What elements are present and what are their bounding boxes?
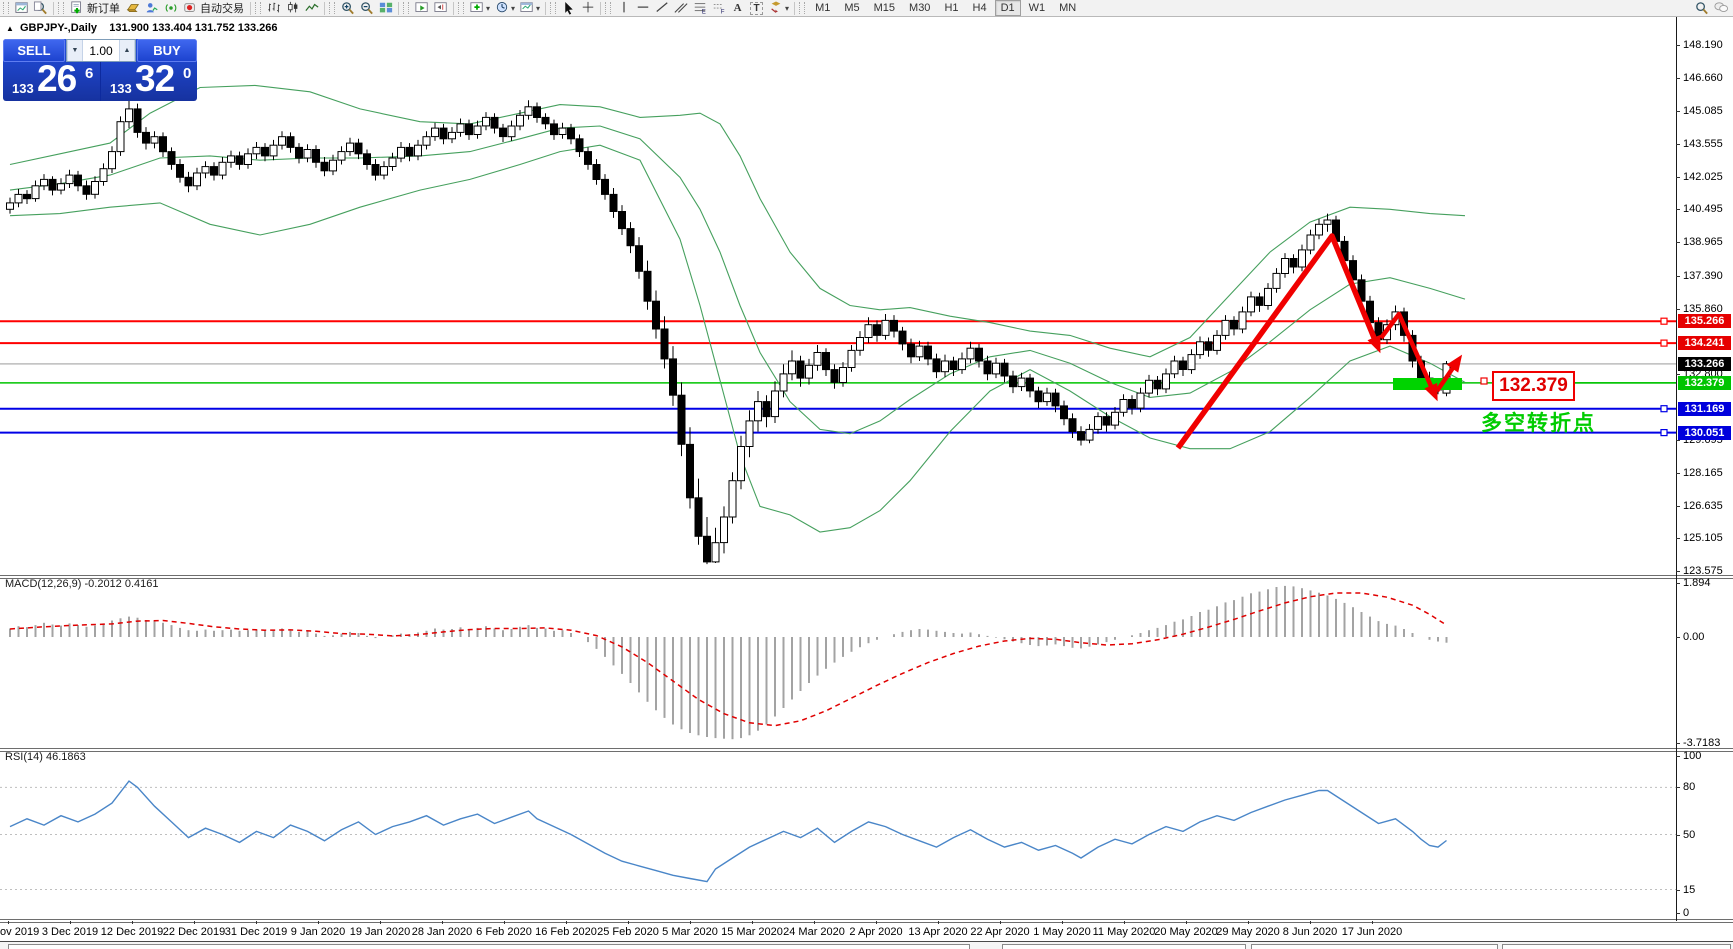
date-tick[interactable]: 13 Apr 2020 [908, 926, 967, 938]
bollinger-upper [10, 85, 1465, 356]
taskbar-segment[interactable] [8, 944, 970, 949]
date-tick[interactable]: 12 Dec 2019 [101, 926, 163, 938]
taskbar-strip [0, 941, 1733, 949]
ask-price-big: 32 [135, 58, 174, 100]
rsi-tick: 100 [1683, 750, 1701, 762]
date-tick[interactable]: 11 May 2020 [1093, 926, 1156, 938]
price-tick: 148.190 [1683, 39, 1723, 51]
price-tick: 138.965 [1683, 236, 1723, 248]
price-tick: 135.860 [1683, 303, 1723, 315]
callout-anchor [1481, 378, 1487, 384]
price-tick: 140.495 [1683, 203, 1723, 215]
rsi-label: RSI(14) 46.1863 [5, 751, 86, 763]
date-tick[interactable]: 8 Jun 2020 [1283, 926, 1337, 938]
date-tick[interactable]: 25 Feb 2020 [597, 926, 659, 938]
turning-point-note[interactable]: 多空转折点 [1481, 407, 1596, 437]
price-tick: 125.105 [1683, 532, 1723, 544]
date-tick[interactable]: 31 Dec 2019 [225, 926, 287, 938]
price-callout-text: 132.379 [1499, 375, 1568, 397]
date-tick[interactable]: 19 Jan 2020 [350, 926, 411, 938]
date-tick[interactable]: 1 May 2020 [1033, 926, 1090, 938]
macd-tick: 0.00 [1683, 631, 1704, 643]
rsi-tick: 50 [1683, 829, 1695, 841]
price-tick: 142.025 [1683, 171, 1723, 183]
one-click-trading-panel: SELL ▼ 1.00 ▲ BUY 133 26 6 133 32 0 [3, 39, 197, 101]
taskbar-segment[interactable] [1251, 944, 1498, 949]
rsi-tick: 80 [1683, 781, 1695, 793]
price-tick: 145.085 [1683, 105, 1723, 117]
ask-price-prefix: 133 [110, 81, 132, 96]
macd-tick: 1.894 [1683, 577, 1711, 589]
bid-price-sup: 6 [85, 65, 93, 82]
price-tick: 137.390 [1683, 270, 1723, 282]
macd-rsi-separator[interactable] [0, 748, 1733, 752]
date-tick[interactable]: 22 Apr 2020 [970, 926, 1029, 938]
rsi-line [10, 781, 1447, 882]
ask-price-sup: 0 [183, 65, 191, 82]
ask-price-button[interactable]: 133 32 0 [101, 62, 197, 101]
main-macd-separator[interactable] [0, 575, 1733, 579]
date-tick[interactable]: 29 May 2020 [1216, 926, 1280, 938]
bid-price-button[interactable]: 133 26 6 [3, 62, 99, 101]
price-callout-box[interactable]: 132.379 [1492, 371, 1575, 401]
date-tick[interactable]: 5 Mar 2020 [662, 926, 718, 938]
bollinger-middle [10, 126, 1465, 434]
date-tick[interactable]: 22 Dec 2019 [163, 926, 225, 938]
chart-canvas[interactable] [0, 0, 1733, 949]
date-tick[interactable]: 28 Jan 2020 [412, 926, 473, 938]
price-tick: 123.575 [1683, 565, 1723, 577]
price-tick: 146.660 [1683, 72, 1723, 84]
price-badge-131.169: 131.169 [1678, 402, 1731, 416]
volume-increase-button[interactable]: ▲ [119, 40, 135, 61]
volume-input[interactable]: 1.00 [83, 40, 119, 61]
price-tick: 126.635 [1683, 500, 1723, 512]
price-tick: 143.555 [1683, 138, 1723, 150]
volume-stepper: ▼ 1.00 ▲ [66, 39, 136, 62]
bid-price-prefix: 133 [12, 81, 34, 96]
taskbar-segment[interactable] [1002, 944, 1246, 949]
date-tick[interactable]: 24 Nov 2019 [0, 926, 39, 938]
mt4-terminal-window: 新订单自动交易▾▾▾EFAT▾M1M5M15M30H1H4D1W1MN ▲ GB… [0, 0, 1733, 949]
price-badge-132.379: 132.379 [1678, 376, 1731, 390]
date-tick[interactable]: 17 Jun 2020 [1342, 926, 1403, 938]
date-tick[interactable]: 24 Mar 2020 [783, 926, 845, 938]
price-tick: 128.165 [1683, 467, 1723, 479]
price-badge-134.241: 134.241 [1678, 336, 1731, 350]
price-axis-border [1676, 17, 1677, 921]
date-tick[interactable]: 20 May 2020 [1154, 926, 1218, 938]
macd-label: MACD(12,26,9) -0.2012 0.4161 [5, 578, 159, 590]
rsi-tick: 0 [1683, 907, 1689, 919]
date-tick[interactable]: 9 Jan 2020 [291, 926, 345, 938]
rsi-tick: 15 [1683, 884, 1695, 896]
price-badge-135.266: 135.266 [1678, 314, 1731, 328]
price-badge-133.266: 133.266 [1678, 357, 1731, 371]
date-tick[interactable]: 2 Apr 2020 [849, 926, 902, 938]
date-tick[interactable]: 6 Feb 2020 [476, 926, 532, 938]
rsi-dates-separator [0, 919, 1733, 923]
bid-price-big: 26 [37, 58, 76, 100]
macd-signal-line [10, 593, 1447, 726]
taskbar-segment[interactable] [1502, 944, 1731, 949]
date-tick[interactable]: 16 Feb 2020 [535, 926, 597, 938]
macd-tick: -3.7183 [1683, 737, 1720, 749]
date-tick[interactable]: 15 Mar 2020 [721, 926, 783, 938]
macd-histogram [10, 586, 1447, 739]
date-tick[interactable]: 3 Dec 2019 [42, 926, 98, 938]
price-badge-130.051: 130.051 [1678, 426, 1731, 440]
